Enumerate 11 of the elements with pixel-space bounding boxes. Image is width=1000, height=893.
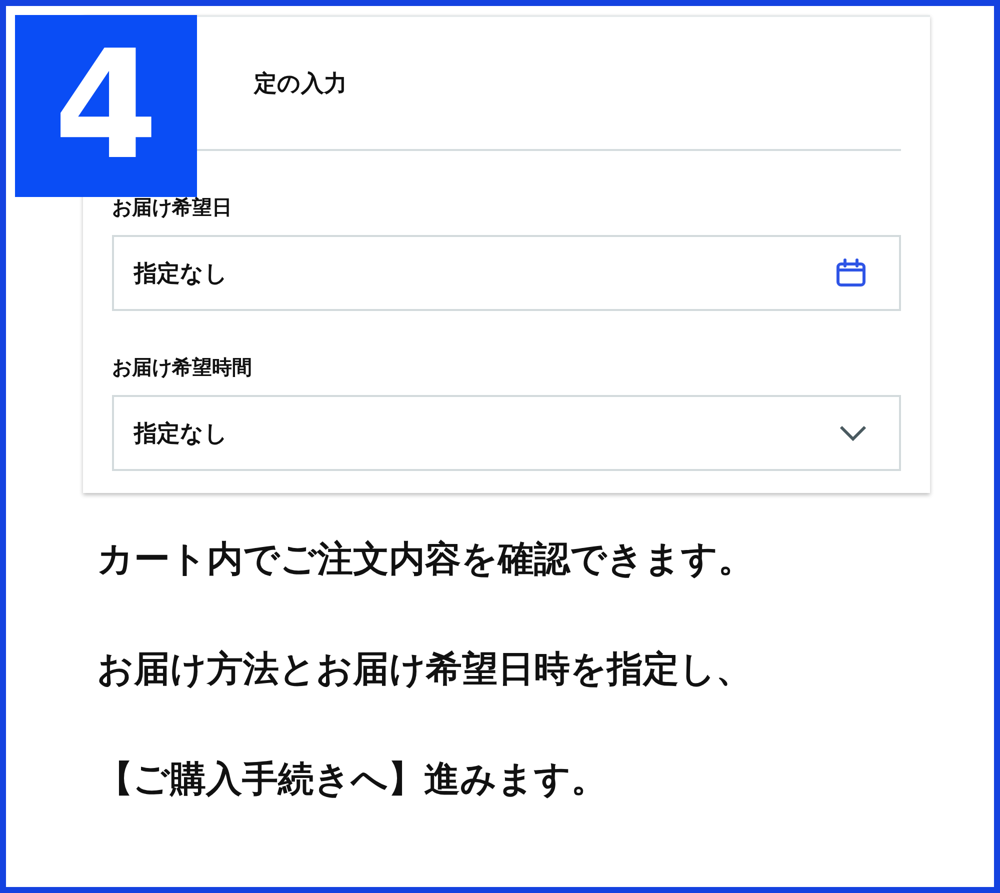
field-label: お届け希望時間 [112, 355, 253, 379]
section-heading: 定の入力 [254, 70, 347, 98]
step-number-badge: 4 [15, 15, 197, 197]
date-field[interactable]: 指定なし [112, 235, 901, 311]
instruction-text: 【ご購入手続きへ】進みます。 [97, 758, 608, 802]
instruction-text: カート内でご注文内容を確認できます。 [97, 538, 755, 582]
instruction-text: お届け方法とお届け希望日時を指定し、 [97, 648, 753, 692]
field-label: お届け希望日 [112, 195, 233, 219]
select-field[interactable]: 指定なし [112, 395, 901, 471]
calendar-icon [835, 258, 867, 288]
chevron-down-icon [839, 425, 867, 441]
